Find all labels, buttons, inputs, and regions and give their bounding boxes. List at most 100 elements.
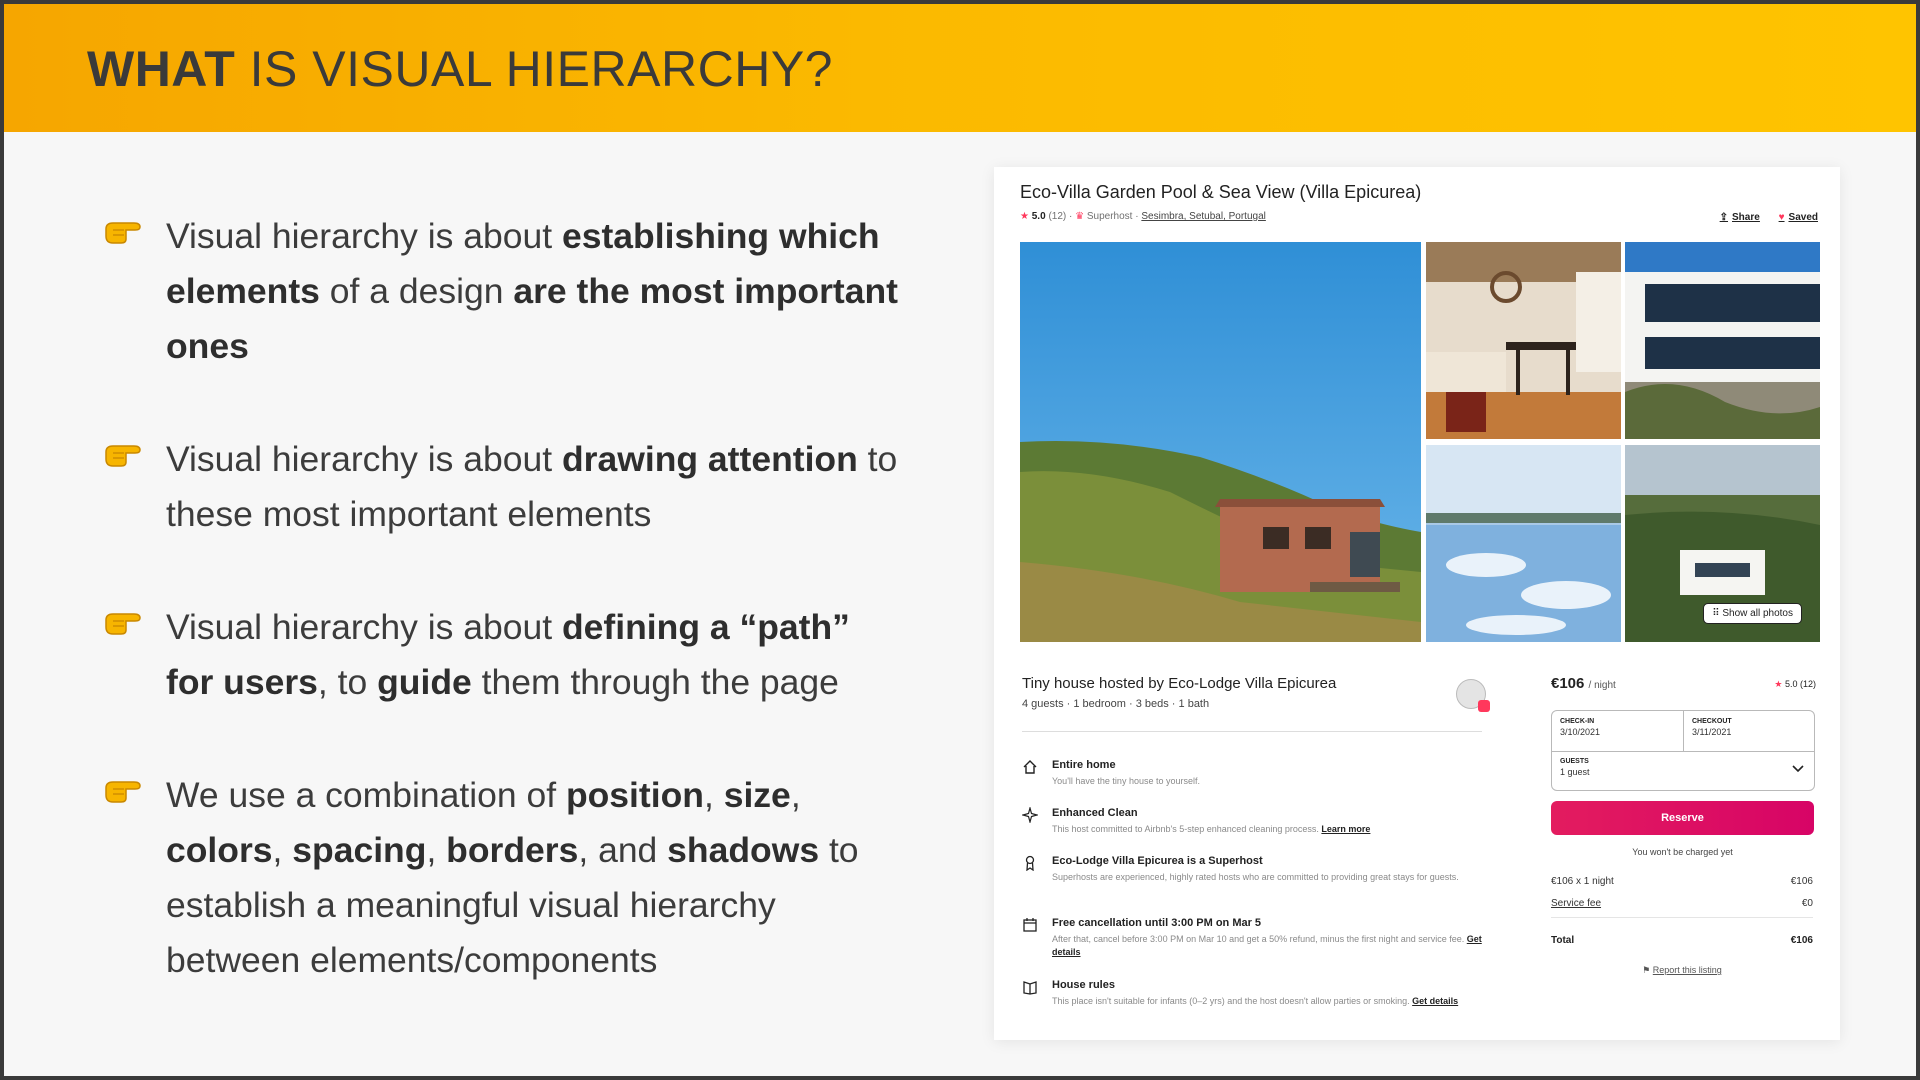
host-summary: 4 guests · 1 bedroom · 3 beds · 1 bath: [1022, 698, 1210, 710]
show-all-photos-button[interactable]: ⠿ Show all photos: [1703, 603, 1802, 624]
feature-desc-text: Superhosts are experienced, highly rated…: [1052, 872, 1459, 882]
show-all-photos-label: Show all photos: [1722, 608, 1793, 619]
slide-title-rest: IS VISUAL HIERARCHY?: [249, 41, 833, 97]
nightly-cost-value: €106: [1790, 876, 1813, 887]
pointing-hand-icon: [105, 222, 141, 244]
bullet-text-segment: Visual hierarchy is about: [166, 216, 562, 256]
listing-card: Eco-Villa Garden Pool & Sea View (Villa …: [994, 167, 1840, 1040]
get-details-link[interactable]: Get details: [1412, 996, 1458, 1006]
bullet-emphasis: drawing attention: [561, 439, 858, 479]
superhost-badge-icon: [1478, 700, 1490, 712]
divider: [1683, 711, 1684, 751]
feature-title: Enhanced Clean: [1052, 807, 1138, 819]
pool-photo[interactable]: [1426, 445, 1621, 642]
feature-desc: Superhosts are experienced, highly rated…: [1052, 871, 1482, 884]
guests-select[interactable]: GUESTS 1 guest: [1560, 758, 1806, 777]
grid-icon: ⠿: [1712, 608, 1720, 619]
pointing-hand-icon: [105, 781, 141, 803]
bullet-emphasis: guide: [377, 662, 472, 702]
bullet-emphasis: position: [565, 775, 704, 815]
bullet-emphasis: borders: [446, 830, 579, 870]
superhost-label: Superhost: [1086, 211, 1133, 222]
superhost-icon: ♛: [1075, 211, 1085, 222]
bullet-text: Visual hierarchy is about drawing attent…: [166, 432, 906, 542]
booking-rating: ★ 5.0 (12): [1774, 679, 1816, 690]
villa-photo[interactable]: [1625, 242, 1820, 439]
divider: [1552, 751, 1814, 752]
guests-label: GUESTS: [1560, 758, 1589, 765]
divider: [1022, 731, 1482, 732]
price-value: €106: [1551, 675, 1585, 692]
main-photo-image: [1020, 242, 1421, 642]
learn-more-link[interactable]: Learn more: [1321, 824, 1370, 834]
bullet-text-segment: , to: [317, 662, 378, 702]
bullet-text-segment: ,: [703, 775, 724, 815]
checkout-field[interactable]: CHECKOUT 3/11/2021: [1692, 718, 1732, 737]
price-per-night: €106 / night: [1551, 675, 1616, 692]
feature-desc-text: This place isn't suitable for infants (0…: [1052, 996, 1410, 1006]
listing-meta: ★ 5.0 (12) · ♛ Superhost · Sesimbra, Set…: [1020, 211, 1266, 222]
pool-photo-image: [1426, 445, 1621, 642]
feature-desc: This place isn't suitable for infants (0…: [1052, 995, 1482, 1008]
per-night-label: / night: [1588, 680, 1616, 691]
bullet-emphasis: shadows: [667, 830, 820, 870]
share-button[interactable]: ⇪ Share: [1716, 212, 1760, 223]
service-fee-value: €0: [1801, 898, 1813, 909]
service-fee-row: Service fee €0: [1551, 898, 1813, 909]
listing-actions: ⇪ Share ♥ Saved: [1704, 212, 1818, 223]
calendar-icon: [1023, 918, 1037, 932]
photo-gallery: ⠿ Show all photos: [1020, 242, 1820, 642]
bullet-text: Visual hierarchy is about defining a “pa…: [166, 600, 906, 710]
pointing-hand-icon: [105, 445, 141, 467]
slide: WHAT IS VISUAL HIERARCHY? Visual hierarc…: [4, 4, 1916, 1076]
bullet-text-segment: Visual hierarchy is about: [166, 439, 562, 479]
bullet-text-segment: Visual hierarchy is about: [166, 607, 562, 647]
star-icon: ★: [1774, 679, 1783, 689]
checkin-field[interactable]: CHECK-IN 3/10/2021: [1560, 718, 1600, 737]
booking-rating-value: 5.0: [1784, 679, 1798, 689]
guests-value: 1 guest: [1560, 767, 1590, 777]
booking-review-count[interactable]: (12): [1800, 679, 1816, 689]
interior-photo[interactable]: [1426, 242, 1621, 439]
feature-desc: After that, cancel before 3:00 PM on Mar…: [1052, 933, 1482, 959]
report-listing-label: Report this listing: [1652, 965, 1722, 975]
saved-button[interactable]: ♥ Saved: [1775, 212, 1818, 223]
reserve-button[interactable]: Reserve: [1551, 801, 1814, 835]
nightly-cost-label: €106 x 1 night: [1551, 876, 1614, 887]
bullet-text-segment: We use a combination of: [166, 775, 566, 815]
service-fee-link[interactable]: Service fee: [1551, 898, 1601, 909]
saved-label: Saved: [1788, 212, 1818, 223]
pointing-hand-icon: [105, 613, 141, 635]
bullet-text: We use a combination of position, size , …: [166, 768, 906, 988]
villa-photo-image: [1625, 242, 1820, 439]
feature-title: Eco-Lodge Villa Epicurea is a Superhost: [1052, 855, 1263, 867]
checkin-label: CHECK-IN: [1560, 718, 1595, 725]
bullet-text-segment: ,: [272, 830, 293, 870]
feature-title: Entire home: [1052, 759, 1116, 771]
bullet-emphasis: colors: [166, 830, 273, 870]
feature-desc-text: This host committed to Airbnb's 5-step e…: [1052, 824, 1319, 834]
interior-photo-image: [1426, 242, 1621, 439]
heart-icon: ♥: [1778, 212, 1785, 223]
host-title: Tiny house hosted by Eco-Lodge Villa Epi…: [1022, 675, 1337, 692]
checkout-value: 3/11/2021: [1692, 727, 1732, 737]
bullet-text-segment: ,: [790, 775, 801, 815]
feature-desc: You'll have the tiny house to yourself.: [1052, 775, 1482, 788]
medal-icon: [1025, 855, 1035, 871]
divider: [1551, 917, 1813, 918]
booking-date-guest-box: CHECK-IN 3/10/2021 CHECKOUT 3/11/2021 GU…: [1551, 710, 1815, 791]
listing-title: Eco-Villa Garden Pool & Sea View (Villa …: [1020, 182, 1422, 202]
nightly-cost-row: €106 x 1 night €106: [1551, 876, 1813, 887]
bullet-text-segment: them through the page: [471, 662, 839, 702]
aerial-photo[interactable]: ⠿ Show all photos: [1625, 445, 1820, 642]
bullet-text: Visual hierarchy is about establishing w…: [166, 209, 906, 374]
listing-location-link[interactable]: Sesimbra, Setubal, Portugal: [1141, 211, 1266, 222]
report-listing[interactable]: ⚑ Report this listing: [1551, 965, 1813, 976]
slide-title: WHAT IS VISUAL HIERARCHY?: [87, 40, 833, 98]
listing-rating: 5.0: [1031, 211, 1046, 222]
checkout-label: CHECKOUT: [1692, 718, 1732, 725]
host-avatar[interactable]: [1456, 679, 1490, 712]
total-value: €106: [1790, 935, 1813, 946]
listing-review-count[interactable]: (12): [1048, 211, 1066, 222]
main-photo[interactable]: [1020, 242, 1421, 642]
